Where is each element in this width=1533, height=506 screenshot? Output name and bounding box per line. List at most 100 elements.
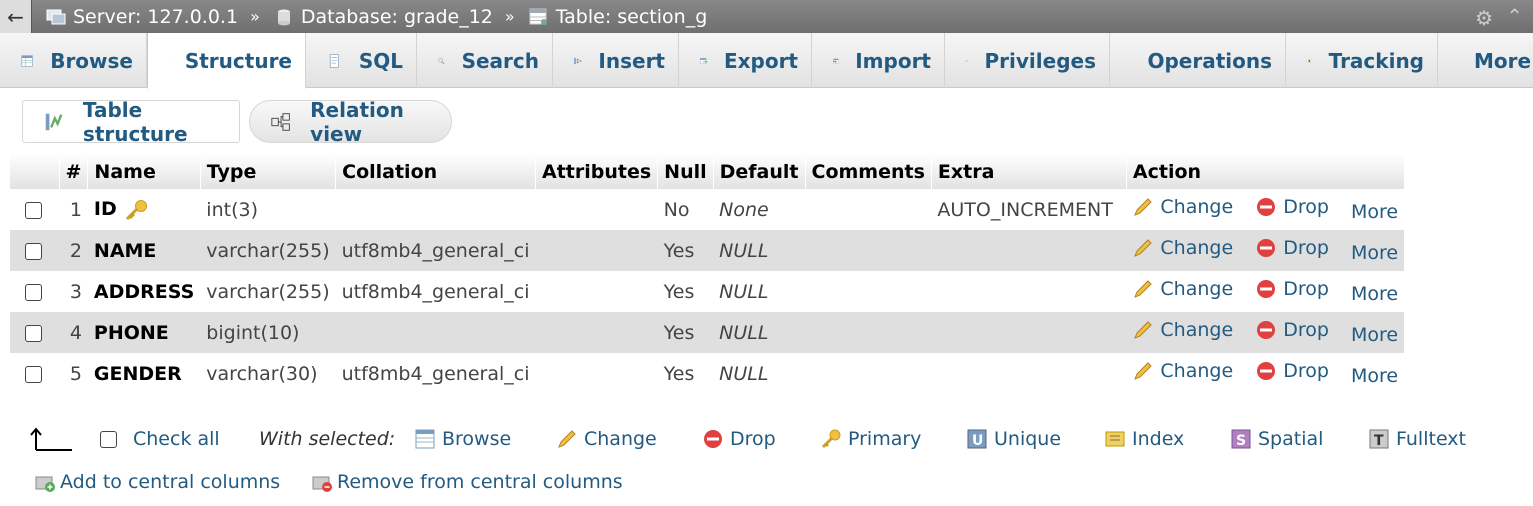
bulk-index-label[interactable]: Index <box>1132 428 1184 450</box>
tab-structure[interactable]: Structure <box>147 33 306 89</box>
more-link[interactable]: More <box>1351 283 1398 305</box>
remove-central-columns-button[interactable]: Remove from central columns <box>311 471 623 493</box>
more-link[interactable]: More <box>1351 324 1398 346</box>
change-link[interactable]: Change <box>1132 278 1233 300</box>
tab-more[interactable]: More <box>1438 33 1533 88</box>
tab-privileges-label[interactable]: Privileges <box>985 49 1096 73</box>
bulk-browse-button[interactable]: Browse <box>414 428 511 450</box>
breadcrumb-table[interactable]: Table: section_g <box>529 6 708 28</box>
drop-link[interactable]: Drop <box>1255 278 1329 300</box>
header-collation[interactable]: Collation <box>335 154 536 189</box>
relation-view-button[interactable]: Relation view <box>249 98 452 146</box>
breadcrumb-server[interactable]: Server: 127.0.0.1 <box>46 6 238 28</box>
tab-browse-label[interactable]: Browse <box>50 49 133 73</box>
bulk-change-label[interactable]: Change <box>584 428 657 450</box>
row-checkbox[interactable] <box>25 365 42 383</box>
change-label[interactable]: Change <box>1160 360 1233 382</box>
drop-link[interactable]: Drop <box>1255 360 1329 382</box>
header-default[interactable]: Default <box>713 154 806 189</box>
drop-link[interactable]: Drop <box>1255 196 1329 218</box>
bulk-spatial-label[interactable]: Spatial <box>1258 428 1323 450</box>
header-null[interactable]: Null <box>657 154 714 189</box>
row-checkbox[interactable] <box>25 242 42 260</box>
add-central-columns-button[interactable]: Add to central columns <box>34 471 280 493</box>
breadcrumb-database[interactable]: Database: grade_12 <box>274 6 493 28</box>
tab-insert-label[interactable]: Insert <box>598 49 665 73</box>
breadcrumb-database-label[interactable]: Database: grade_12 <box>301 6 493 28</box>
tab-structure-label[interactable]: Structure <box>185 49 292 73</box>
remove-central-label[interactable]: Remove from central columns <box>337 471 623 493</box>
change-link[interactable]: Change <box>1132 196 1233 218</box>
drop-link[interactable]: Drop <box>1255 319 1329 341</box>
header-attributes[interactable]: Attributes <box>535 154 659 189</box>
tab-export-label[interactable]: Export <box>724 49 798 73</box>
structure-icon <box>168 60 169 61</box>
header-num[interactable]: # <box>59 154 89 189</box>
bulk-unique-button[interactable]: U Unique <box>966 428 1061 450</box>
tab-sql[interactable]: SQL <box>306 33 417 88</box>
header-name[interactable]: Name <box>87 154 201 189</box>
collapse-icon[interactable]: ⌃ <box>1506 4 1523 28</box>
bulk-primary-button[interactable]: Primary <box>820 428 921 450</box>
tab-operations-label[interactable]: Operations <box>1147 49 1272 73</box>
table-structure-label[interactable]: Table structure <box>83 98 239 146</box>
breadcrumb-server-label[interactable]: Server: 127.0.0.1 <box>73 6 238 28</box>
bulk-fulltext-label[interactable]: Fulltext <box>1396 428 1466 450</box>
back-arrow-icon[interactable]: ← <box>0 0 32 33</box>
row-checkbox[interactable] <box>25 324 42 342</box>
bulk-change-button[interactable]: Change <box>556 428 657 450</box>
header-extra[interactable]: Extra <box>931 154 1127 189</box>
tab-privileges[interactable]: Privileges <box>945 33 1110 88</box>
drop-label[interactable]: Drop <box>1283 360 1329 382</box>
add-central-label[interactable]: Add to central columns <box>60 471 280 493</box>
tab-import[interactable]: Import <box>812 33 945 88</box>
settings-gear-icon[interactable]: ⚙ <box>1475 6 1493 30</box>
change-link[interactable]: Change <box>1132 360 1233 382</box>
change-label[interactable]: Change <box>1160 278 1233 300</box>
row-checkbox[interactable] <box>25 283 42 301</box>
tab-search-label[interactable]: Search <box>462 49 539 73</box>
tab-tracking-label[interactable]: Tracking <box>1329 49 1424 73</box>
tab-export[interactable]: Export <box>679 33 812 88</box>
check-all-checkbox[interactable] <box>100 430 117 448</box>
bulk-index-button[interactable]: Index <box>1104 428 1184 450</box>
more-link[interactable]: More <box>1351 201 1398 223</box>
tab-browse[interactable]: Browse <box>0 33 147 88</box>
tab-import-label[interactable]: Import <box>855 49 931 73</box>
relation-view-label[interactable]: Relation view <box>310 98 451 146</box>
tab-operations[interactable]: Operations <box>1110 33 1286 88</box>
breadcrumb-table-label[interactable]: Table: section_g <box>556 6 708 28</box>
table-row: 1 ID int(3) No None AUTO_INCREMENT Chang… <box>10 189 1404 230</box>
header-comments[interactable]: Comments <box>805 154 932 189</box>
tab-insert[interactable]: Insert <box>553 33 679 88</box>
drop-label[interactable]: Drop <box>1283 319 1329 341</box>
bulk-browse-label[interactable]: Browse <box>442 428 511 450</box>
bulk-spatial-button[interactable]: S Spatial <box>1230 428 1323 450</box>
field-default: None <box>719 198 769 221</box>
drop-label[interactable]: Drop <box>1283 278 1329 300</box>
change-link[interactable]: Change <box>1132 237 1233 259</box>
drop-label[interactable]: Drop <box>1283 196 1329 218</box>
check-all-label[interactable]: Check all <box>133 428 220 450</box>
change-label[interactable]: Change <box>1160 319 1233 341</box>
bulk-fulltext-button[interactable]: T Fulltext <box>1368 428 1466 450</box>
change-link[interactable]: Change <box>1132 319 1233 341</box>
more-link[interactable]: More <box>1351 242 1398 264</box>
drop-label[interactable]: Drop <box>1283 237 1329 259</box>
bulk-primary-label[interactable]: Primary <box>848 428 921 450</box>
row-checkbox[interactable] <box>25 201 42 219</box>
tab-search[interactable]: Search <box>417 33 553 88</box>
tab-tracking[interactable]: Tracking <box>1286 33 1438 88</box>
bulk-drop-button[interactable]: Drop <box>702 428 776 450</box>
change-label[interactable]: Change <box>1160 237 1233 259</box>
tab-sql-label[interactable]: SQL <box>359 49 403 73</box>
table-structure-button[interactable]: Table structure <box>22 98 240 146</box>
bulk-drop-label[interactable]: Drop <box>730 428 776 450</box>
header-type[interactable]: Type <box>200 154 337 189</box>
check-all[interactable]: Check all <box>100 428 220 450</box>
bulk-unique-label[interactable]: Unique <box>994 428 1061 450</box>
tab-more-label[interactable]: More <box>1474 49 1531 73</box>
change-label[interactable]: Change <box>1160 196 1233 218</box>
more-link[interactable]: More <box>1351 365 1398 387</box>
drop-link[interactable]: Drop <box>1255 237 1329 259</box>
